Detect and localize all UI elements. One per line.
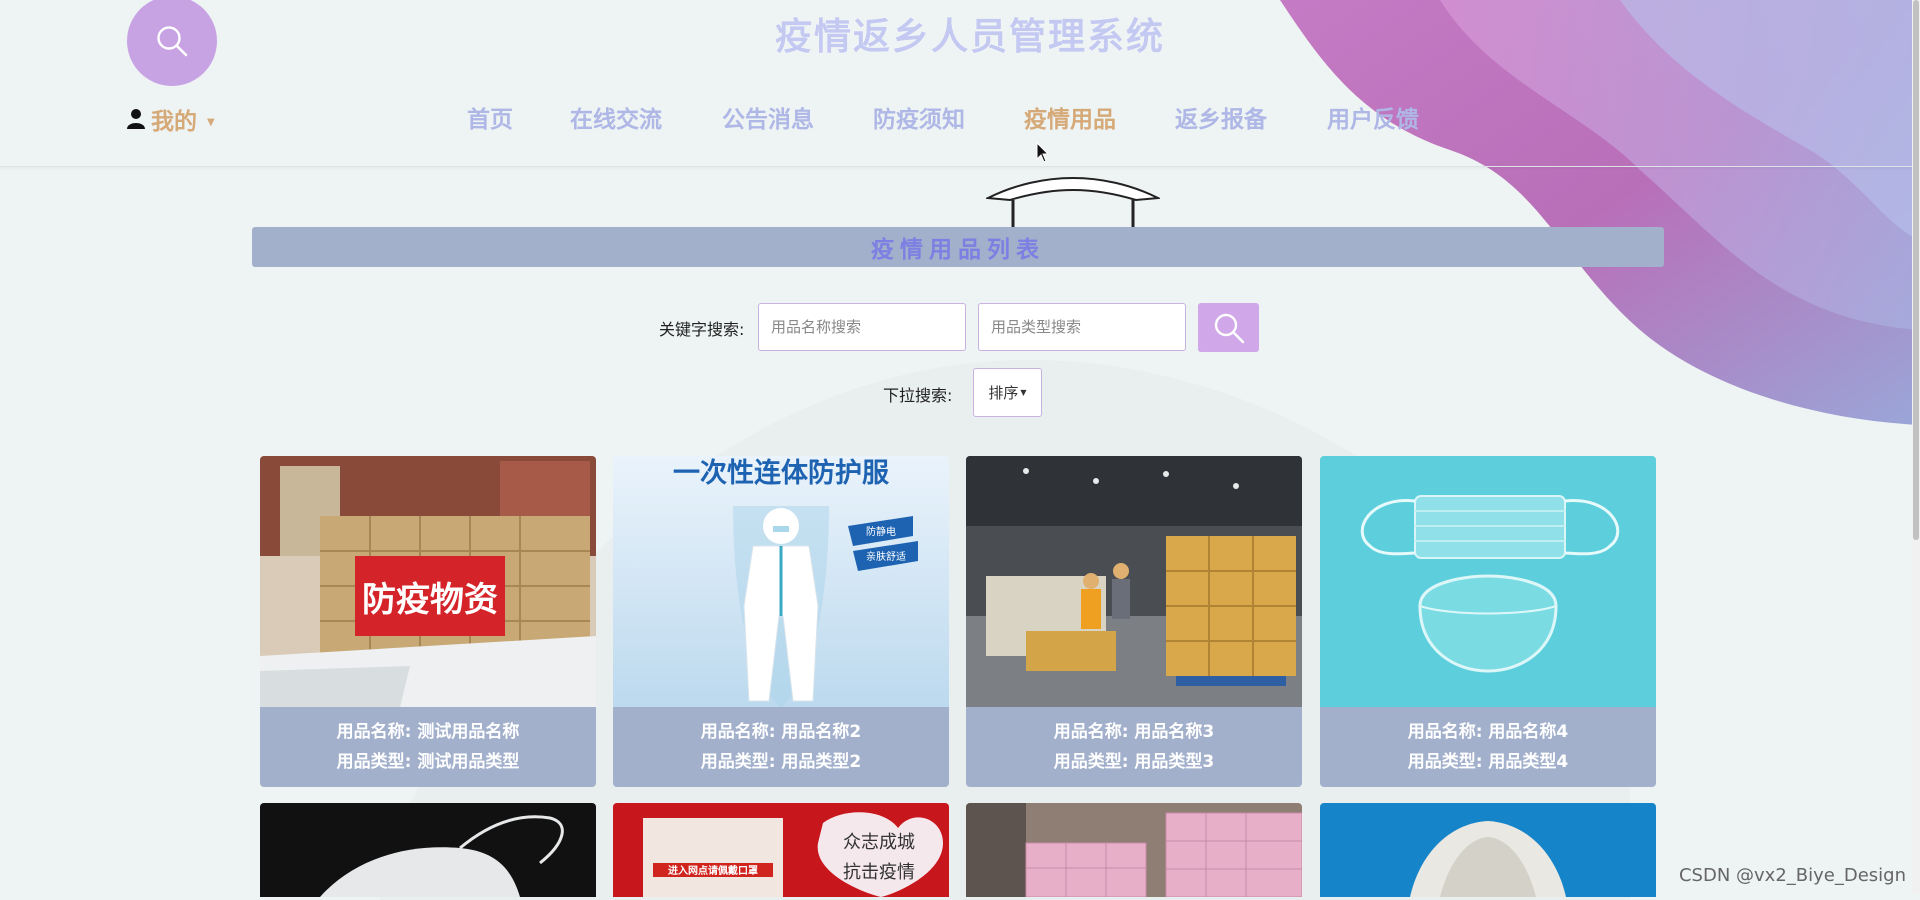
supply-image bbox=[1320, 803, 1656, 897]
supply-card[interactable] bbox=[966, 803, 1302, 897]
supply-card[interactable] bbox=[1320, 803, 1656, 897]
nav-item-return-report[interactable]: 返乡报备 bbox=[1175, 100, 1267, 134]
supply-card[interactable]: 防疫物资 用品名称: 测试用品名称 用品类型: 测试用品类型 bbox=[260, 456, 596, 787]
item-name-search-input[interactable] bbox=[758, 303, 966, 351]
supply-card[interactable]: 一次性连体防护服 防静电 亲肤舒适 用品名称: 用品名称2 用品类型: 用品类型… bbox=[613, 456, 949, 787]
supply-name: 用品名称: 用品名称2 bbox=[700, 722, 862, 742]
dropdown-search-label: 下拉搜索: bbox=[883, 386, 953, 405]
item-type-search-input[interactable] bbox=[978, 303, 1186, 351]
site-title: 疫情返乡人员管理系统 bbox=[775, 15, 1165, 58]
supply-image: 一次性连体防护服 防静电 亲肤舒适 bbox=[613, 456, 949, 707]
watermark: CSDN @vx2_Biye_Design bbox=[1678, 865, 1906, 886]
supply-info: 用品名称: 用品名称3 用品类型: 用品类型3 bbox=[966, 707, 1302, 787]
svg-text:亲肤舒适: 亲肤舒适 bbox=[866, 550, 906, 563]
supply-card[interactable]: 进入网点请佩戴口罩 众志成城 抗击疫情 bbox=[613, 803, 949, 897]
keyword-search-label: 关键字搜索: bbox=[659, 320, 745, 339]
svg-text:抗击疫情: 抗击疫情 bbox=[843, 862, 915, 883]
supply-name: 用品名称: 用品名称4 bbox=[1407, 722, 1569, 742]
supply-name: 用品名称: 用品名称3 bbox=[1053, 722, 1215, 742]
supply-image bbox=[966, 803, 1302, 897]
chevron-down-icon: ▼ bbox=[1020, 388, 1027, 397]
supply-type: 用品类型: 测试用品类型 bbox=[336, 752, 520, 772]
supply-info: 用品名称: 测试用品名称 用品类型: 测试用品类型 bbox=[260, 707, 596, 787]
search-submit-button[interactable] bbox=[1198, 303, 1259, 352]
supply-info: 用品名称: 用品名称2 用品类型: 用品类型2 bbox=[613, 707, 949, 787]
svg-text:防静电: 防静电 bbox=[866, 525, 896, 538]
supply-info: 用品名称: 用品名称4 用品类型: 用品类型4 bbox=[1320, 707, 1656, 787]
supply-type: 用品类型: 用品类型2 bbox=[700, 752, 862, 772]
supply-card[interactable] bbox=[260, 803, 596, 897]
svg-text:防疫物资: 防疫物资 bbox=[362, 580, 498, 620]
svg-text:进入网点请佩戴口罩: 进入网点请佩戴口罩 bbox=[668, 864, 758, 877]
supply-name: 用品名称: 测试用品名称 bbox=[336, 722, 520, 742]
sort-dropdown[interactable]: 排序 ▼ bbox=[973, 368, 1042, 417]
nav-item-user-feedback[interactable]: 用户反馈 bbox=[1327, 100, 1419, 134]
list-title-bar: 疫情用品列表 bbox=[252, 227, 1664, 267]
nav-item-epidemic-supplies[interactable]: 疫情用品 bbox=[1024, 100, 1116, 134]
svg-text:一次性连体防护服: 一次性连体防护服 bbox=[673, 457, 890, 489]
supply-card[interactable]: 用品名称: 用品名称3 用品类型: 用品类型3 bbox=[966, 456, 1302, 787]
sort-label: 排序 bbox=[988, 384, 1019, 402]
supply-card[interactable]: 用品名称: 用品名称4 用品类型: 用品类型4 bbox=[1320, 456, 1656, 787]
nav-item-prevention-notes[interactable]: 防疫须知 bbox=[873, 100, 965, 134]
supply-image: 进入网点请佩戴口罩 众志成城 抗击疫情 bbox=[613, 803, 949, 897]
svg-text:众志成城: 众志成城 bbox=[843, 832, 915, 853]
nav-item-home[interactable]: 首页 bbox=[467, 100, 513, 134]
search-icon bbox=[1214, 313, 1244, 343]
nav-item-online-chat[interactable]: 在线交流 bbox=[570, 100, 662, 134]
site-header: 疫情返乡人员管理系统 我的 ▼ 首页 在线交流 公告消息 防疫须知 疫情用品 返… bbox=[0, 0, 1920, 245]
supply-image bbox=[1320, 456, 1656, 707]
supply-image bbox=[966, 456, 1302, 707]
supply-image bbox=[260, 803, 596, 897]
supply-type: 用品类型: 用品类型3 bbox=[1053, 752, 1215, 772]
mouse-cursor-icon bbox=[1036, 142, 1050, 163]
page-scrollbar[interactable] bbox=[1912, 0, 1920, 894]
main-nav: 首页 在线交流 公告消息 防疫须知 疫情用品 返乡报备 用户反馈 bbox=[0, 100, 1920, 245]
supply-type: 用品类型: 用品类型4 bbox=[1407, 752, 1569, 772]
scrollbar-thumb[interactable] bbox=[1913, 0, 1919, 540]
nav-item-announcements[interactable]: 公告消息 bbox=[722, 100, 814, 134]
list-title: 疫情用品列表 bbox=[871, 237, 1045, 263]
supply-image: 防疫物资 bbox=[260, 456, 596, 707]
